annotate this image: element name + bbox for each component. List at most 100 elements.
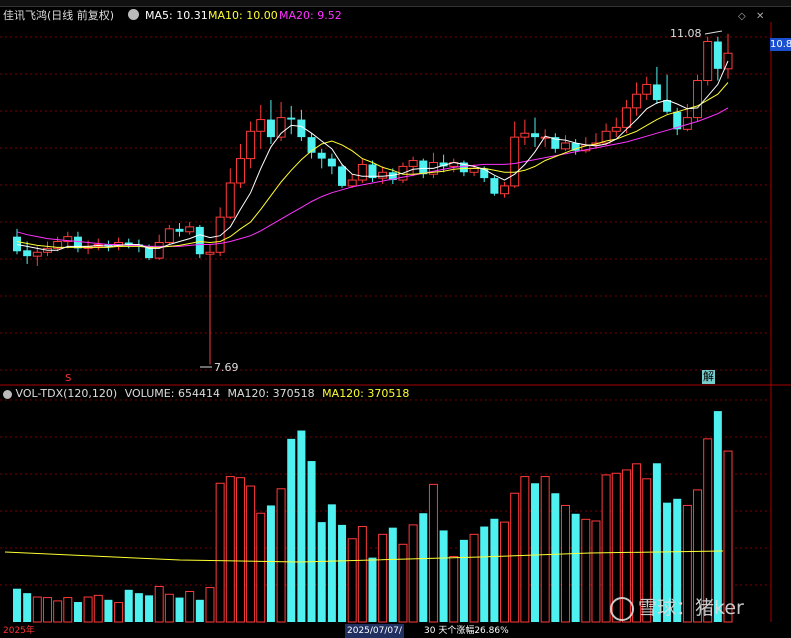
volume-bar-down bbox=[266, 505, 275, 622]
candle-body-down bbox=[266, 119, 275, 138]
volume-value: VOLUME: 654414 bbox=[124, 387, 220, 400]
volume-bar-down bbox=[490, 518, 499, 622]
candle-body-up bbox=[347, 179, 357, 187]
vol-indicator-label: VOL-TDX(120,120) bbox=[15, 387, 118, 400]
candle-body-up bbox=[215, 216, 225, 253]
candle-body-up bbox=[560, 142, 570, 150]
stock-title: 佳讯飞鸿(日线 前复权) bbox=[3, 9, 115, 22]
settings-circle-icon[interactable] bbox=[3, 389, 12, 399]
volume-bar-up bbox=[560, 504, 570, 623]
volume-bar-down bbox=[368, 557, 377, 622]
volume-bar-down bbox=[175, 597, 184, 622]
candle-body-down bbox=[195, 226, 204, 255]
candle-body-up bbox=[693, 80, 703, 119]
volume-bar-up bbox=[205, 587, 215, 623]
volume-bar-up bbox=[540, 476, 550, 623]
candle-body-up bbox=[357, 163, 367, 181]
ma5-label: MA5: 10.31 bbox=[145, 9, 208, 22]
volume-bar-down bbox=[145, 595, 154, 622]
candle-body-up bbox=[235, 158, 245, 184]
current-price-tag: 10.8 bbox=[770, 38, 791, 51]
volume-bar-down bbox=[459, 539, 468, 622]
volume-bar-down bbox=[134, 593, 143, 622]
candle-body-down bbox=[287, 117, 296, 120]
volume-bar-up bbox=[235, 477, 245, 623]
volume-bar-up bbox=[256, 512, 266, 623]
volume-bar-down bbox=[195, 599, 204, 622]
candle-body-up bbox=[205, 251, 215, 255]
candle-body-up bbox=[703, 41, 713, 82]
volume-bar-up bbox=[601, 474, 611, 623]
watermark: 雪球：猪ker bbox=[610, 593, 744, 621]
candle-body-up bbox=[632, 93, 642, 109]
volume-bar-up bbox=[591, 520, 601, 623]
candle-body-up bbox=[32, 251, 42, 257]
bottom-date-mid: 2025/07/07/ bbox=[345, 624, 404, 638]
volume-bar-up bbox=[469, 533, 479, 623]
volume-bar-down bbox=[307, 461, 316, 622]
s-marker: S bbox=[65, 373, 72, 384]
volume-bar-down bbox=[571, 513, 580, 622]
volume-bar-down bbox=[23, 593, 32, 622]
volume-bar-up bbox=[428, 483, 438, 623]
candle-body-up bbox=[469, 167, 479, 173]
volume-bar-down bbox=[327, 504, 336, 622]
candle-body-up bbox=[225, 182, 235, 218]
ma120-yellow-value: MA120: 370518 bbox=[322, 387, 410, 400]
volume-bar-up bbox=[276, 488, 286, 623]
volume-bar-up bbox=[114, 602, 124, 623]
volume-bar-up bbox=[449, 556, 459, 623]
candle-body-down bbox=[663, 100, 672, 112]
volume-bar-down bbox=[124, 589, 133, 622]
volume-bar-up bbox=[215, 482, 225, 623]
volume-bar-down bbox=[287, 438, 296, 622]
kline-chart bbox=[0, 22, 791, 623]
candle-body-up bbox=[500, 185, 510, 195]
volume-bar-up bbox=[164, 593, 174, 623]
candle-body-down bbox=[713, 41, 722, 69]
volume-bar-down bbox=[419, 513, 428, 622]
volume-bar-up bbox=[398, 543, 408, 623]
volume-bar-up bbox=[63, 597, 73, 623]
volume-bar-up bbox=[53, 600, 63, 623]
volume-bar-down bbox=[104, 599, 113, 622]
volume-bar-up bbox=[347, 538, 357, 623]
volume-bar-up bbox=[225, 476, 235, 623]
low-annotation: 7.69 bbox=[214, 361, 239, 374]
ma20-label: MA20: 9.52 bbox=[279, 9, 342, 22]
volume-header: VOL-TDX(120,120) VOLUME: 654414 MA120: 3… bbox=[3, 387, 409, 401]
candle-body-up bbox=[164, 228, 174, 244]
candle-body-up bbox=[621, 107, 631, 128]
candle-body-up bbox=[256, 119, 266, 132]
volume-bar-up bbox=[378, 533, 388, 623]
volume-bar-up bbox=[581, 518, 591, 623]
volume-bar-up bbox=[357, 526, 367, 623]
volume-bar-up bbox=[510, 492, 520, 623]
bottom-range-info: 30 天个涨幅26.86% bbox=[424, 626, 509, 636]
candle-body-up bbox=[154, 242, 164, 259]
settings-circle-icon[interactable] bbox=[128, 9, 139, 20]
watermark-text: 雪球：猪ker bbox=[638, 597, 744, 619]
volume-bar-up bbox=[246, 485, 256, 623]
diamond-icon[interactable]: ◇ bbox=[738, 10, 746, 24]
ma120-value: MA120: 370518 bbox=[227, 387, 315, 400]
candle-body-up bbox=[611, 126, 621, 132]
candle-body-up bbox=[510, 136, 520, 187]
candle-body-up bbox=[408, 160, 418, 167]
candle-body-down bbox=[317, 152, 326, 159]
candle-body-down bbox=[531, 133, 540, 138]
volume-bar-down bbox=[531, 483, 540, 622]
bottom-date-left: 2025年 bbox=[3, 626, 35, 636]
volume-bar-up bbox=[83, 596, 93, 623]
candle-body-down bbox=[419, 160, 428, 175]
close-icon[interactable]: ✕ bbox=[756, 10, 764, 24]
volume-bar-down bbox=[338, 524, 347, 622]
candle-body-down bbox=[175, 228, 184, 232]
candle-body-up bbox=[378, 171, 388, 179]
candle-body-up bbox=[185, 226, 195, 233]
volume-bar-up bbox=[42, 597, 52, 623]
volume-bar-down bbox=[551, 493, 560, 622]
volume-bar-up bbox=[154, 585, 164, 623]
jie-marker: 解 bbox=[702, 370, 715, 384]
xueqiu-logo-icon bbox=[610, 596, 634, 621]
